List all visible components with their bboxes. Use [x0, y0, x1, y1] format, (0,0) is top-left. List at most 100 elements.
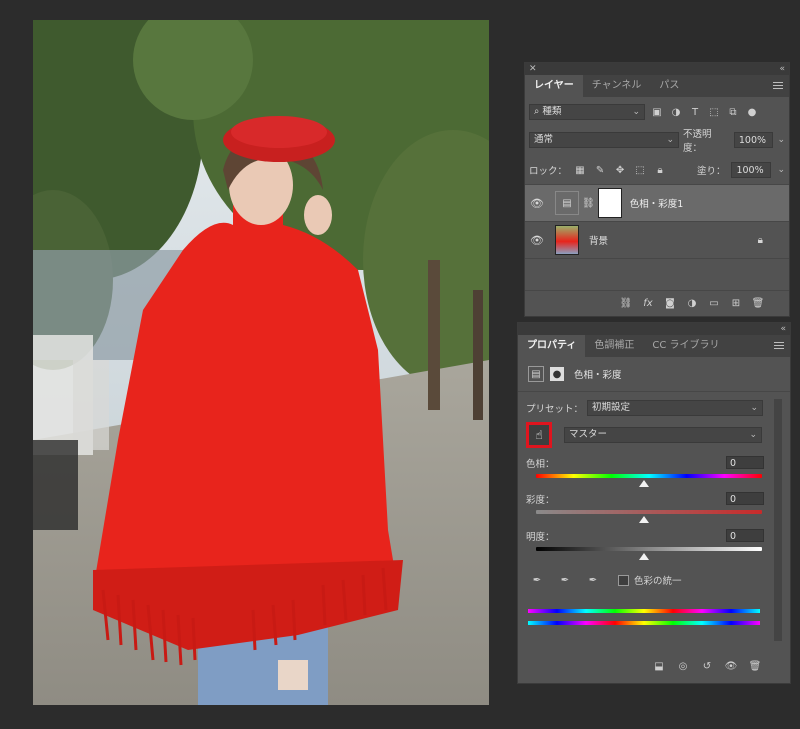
properties-footer: ⬓ ◎ ↺ 👁︎ 🗑︎	[518, 655, 790, 677]
lock-transparent-icon[interactable]: ▦	[573, 163, 587, 177]
properties-panel-header[interactable]: «	[518, 323, 790, 335]
tab-layers[interactable]: レイヤー	[525, 75, 583, 97]
targeted-adjust-hand-icon[interactable]: ☝	[526, 422, 552, 448]
tab-properties[interactable]: プロパティ	[518, 335, 586, 357]
layer-row-background[interactable]: 👁︎ 背景 🔒︎	[525, 222, 789, 259]
chevron-down-icon: ⌄	[632, 107, 640, 117]
saturation-slider-thumb[interactable]	[639, 516, 649, 523]
opacity-input[interactable]: 100%	[733, 132, 774, 148]
lightness-input[interactable]: 0	[726, 529, 764, 542]
link-icon[interactable]: ⛓	[582, 198, 595, 209]
trash-icon[interactable]: 🗑︎	[751, 297, 765, 311]
lightness-label: 明度：	[526, 532, 555, 543]
link-layers-icon[interactable]: ⛓	[619, 297, 633, 311]
close-icon[interactable]: ✕	[529, 64, 537, 74]
lock-icon[interactable]: 🔒︎	[758, 235, 763, 246]
tab-adjustments[interactable]: 色調補正	[585, 335, 643, 357]
layer-row-hue-saturation[interactable]: 👁︎ ▤ ⛓ 色相・彩度1	[525, 185, 789, 222]
view-previous-icon[interactable]: ◎	[676, 659, 690, 673]
layers-panel-header[interactable]: ✕ «	[525, 63, 789, 75]
hue-slider-thumb[interactable]	[639, 480, 649, 487]
lightness-slider-thumb[interactable]	[639, 553, 649, 560]
colorize-checkbox[interactable]	[618, 574, 629, 586]
preset-label: プリセット：	[526, 404, 584, 415]
adjust-filter-icon[interactable]: ◑	[685, 297, 699, 311]
trash-icon[interactable]: 🗑︎	[748, 659, 762, 673]
fill-chevron-icon[interactable]: ⌄	[777, 165, 785, 175]
chevron-down-icon: ⌄	[666, 135, 675, 145]
shape-filter-icon[interactable]: ⬚	[707, 105, 721, 119]
panel-menu-icon[interactable]	[773, 80, 783, 91]
layer-name[interactable]: 色相・彩度1	[630, 196, 684, 210]
chevron-down-icon: ⌄	[750, 403, 759, 413]
visibility-icon[interactable]: 👁︎	[724, 659, 738, 673]
collapse-icon[interactable]: «	[780, 324, 786, 334]
lightness-slider-track[interactable]	[536, 547, 762, 551]
filter-toggle-icon[interactable]: ●	[745, 105, 759, 119]
smart-filter-icon[interactable]: ⧉	[726, 105, 740, 119]
layers-footer: ⛓ fx ◙ ◑ ▭ ⊞ 🗑︎	[525, 290, 789, 316]
reset-icon[interactable]: ↺	[700, 659, 714, 673]
layers-list: 👁︎ ▤ ⛓ 色相・彩度1 👁︎ 背景 🔒︎	[525, 184, 789, 259]
hue-input[interactable]: 0	[726, 456, 764, 469]
opacity-chevron-icon[interactable]: ⌄	[777, 135, 785, 145]
lock-paint-icon[interactable]: ✎	[593, 163, 607, 177]
image-filter-icon[interactable]: ▣	[650, 105, 664, 119]
spectrum-bar-top	[528, 609, 760, 613]
panel-menu-icon[interactable]	[774, 340, 784, 351]
layer-thumbnail	[555, 225, 579, 255]
text-filter-icon[interactable]: T	[688, 105, 702, 119]
channel-select[interactable]: マスター ⌄	[564, 427, 762, 443]
eyedropper-minus-icon[interactable]: ✒	[586, 573, 600, 587]
saturation-label: 彩度：	[526, 495, 555, 506]
properties-panel: « プロパティ 色調補正 CC ライブラリ ▤ ● 色相・彩度 プリセット： 初…	[517, 322, 791, 684]
spectrum-bar-bottom	[528, 621, 760, 625]
mask-icon[interactable]: ◙	[663, 297, 677, 311]
colorize-label: 色彩の統一	[634, 576, 682, 587]
eye-icon[interactable]: 👁︎	[525, 234, 549, 247]
properties-tabs: プロパティ 色調補正 CC ライブラリ	[518, 335, 790, 357]
eyedropper-icon[interactable]: ✒	[530, 573, 544, 587]
saturation-input[interactable]: 0	[726, 492, 764, 505]
hue-slider-track[interactable]	[536, 474, 762, 478]
tab-channels[interactable]: チャンネル	[583, 75, 651, 97]
layers-panel: ✕ « レイヤー チャンネル パス ⌕ 種類 ⌄ ▣ ◑ T ⬚ ⧉ ● 通常 …	[524, 62, 790, 317]
channel-value: マスター	[569, 429, 608, 440]
preset-select[interactable]: 初期設定 ⌄	[587, 400, 764, 416]
adjustment-title: 色相・彩度	[574, 370, 622, 381]
photo-image	[33, 20, 489, 705]
fx-icon[interactable]: fx	[641, 297, 655, 311]
hue-label: 色相：	[526, 459, 555, 470]
fill-input[interactable]: 100%	[731, 162, 772, 178]
blend-mode-value: 通常	[534, 134, 554, 145]
lock-position-icon[interactable]: ✥	[613, 163, 627, 177]
search-icon: ⌕	[534, 106, 540, 117]
opacity-label: 不透明度：	[683, 129, 712, 154]
fill-label: 塗り：	[696, 166, 726, 177]
new-layer-icon[interactable]: ⊞	[729, 297, 743, 311]
lock-icon[interactable]: 🔒︎	[653, 163, 667, 177]
collapse-icon[interactable]: «	[779, 64, 785, 74]
layer-mask-thumbnail[interactable]	[597, 188, 622, 218]
blend-mode-select[interactable]: 通常 ⌄	[529, 132, 680, 148]
layer-name[interactable]: 背景	[589, 233, 608, 247]
tab-paths[interactable]: パス	[650, 75, 688, 97]
tab-cc-libraries[interactable]: CC ライブラリ	[643, 335, 728, 357]
adjustment-icon[interactable]: ▤	[528, 366, 544, 382]
layers-tabs: レイヤー チャンネル パス	[525, 75, 789, 97]
adjustment-layer-icon: ▤	[555, 191, 579, 215]
adjust-filter-icon[interactable]: ◑	[669, 105, 683, 119]
filter-label: 種類	[542, 106, 562, 117]
preset-value: 初期設定	[592, 402, 631, 413]
clip-icon[interactable]: ⬓	[652, 659, 666, 673]
canvas-photo[interactable]	[33, 20, 489, 705]
mask-icon[interactable]: ●	[550, 367, 564, 381]
saturation-slider-track[interactable]	[536, 510, 762, 514]
properties-scrollbar[interactable]	[774, 399, 782, 641]
eye-icon[interactable]: 👁︎	[525, 197, 549, 210]
layer-filter-select[interactable]: ⌕ 種類 ⌄	[529, 104, 645, 120]
folder-icon[interactable]: ▭	[707, 297, 721, 311]
chevron-down-icon: ⌄	[749, 430, 757, 440]
lock-artboard-icon[interactable]: ⬚	[633, 163, 647, 177]
eyedropper-plus-icon[interactable]: ✒	[558, 573, 572, 587]
